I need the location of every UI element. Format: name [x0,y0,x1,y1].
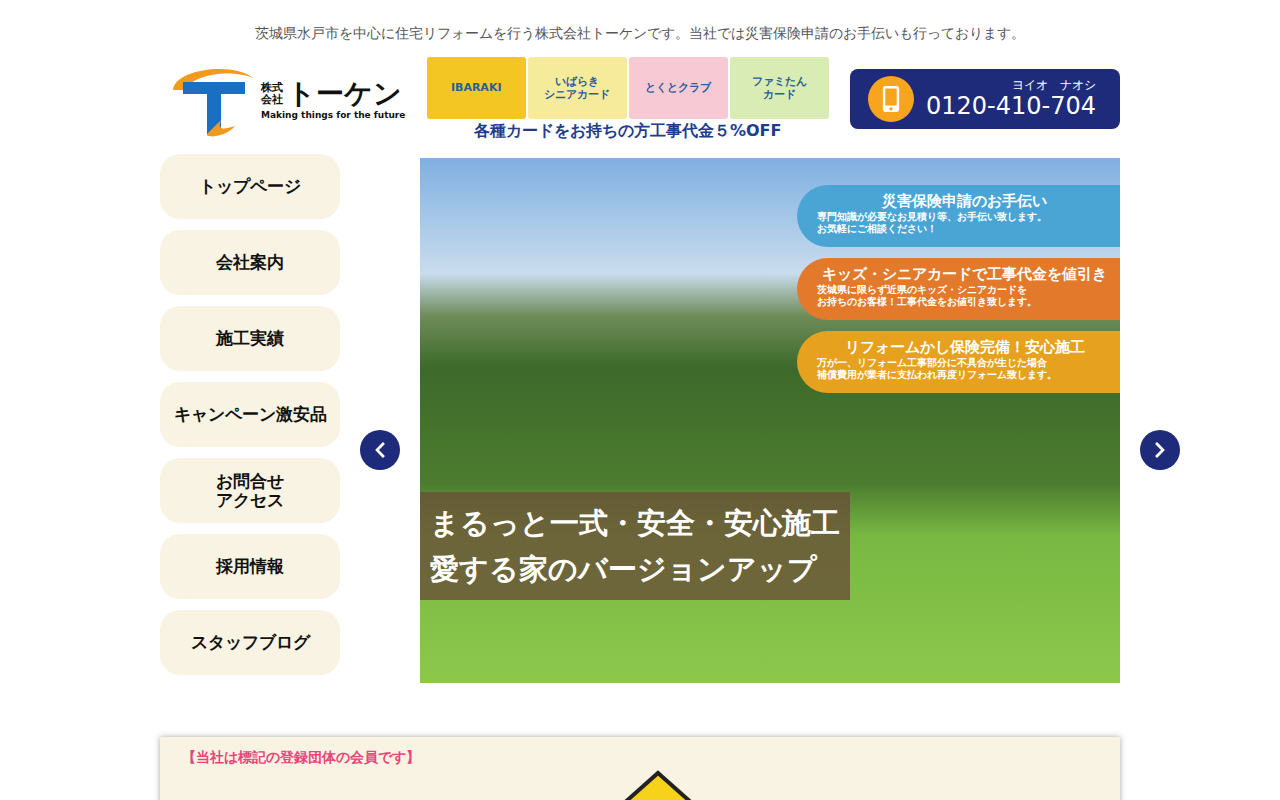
warning-sign-icon [593,769,723,800]
main: トップページ会社案内施工実績キャンペーン激安品お問合せ アクセス採用情報スタッフ… [160,154,1120,683]
nav-item[interactable]: 施工実績 [160,306,340,371]
chevron-right-icon [1151,441,1169,459]
logo-name: トーケン [287,78,402,110]
nav-item[interactable]: トップページ [160,154,340,219]
page: 茨城県水戸市を中心に住宅リフォームを行う株式会社トーケンです。当社では災害保険申… [160,0,1120,800]
slide-caption: まるっと一式・安全・安心施工 愛する家のバージョンアップ [420,492,850,600]
nav-item[interactable]: お問合せ アクセス [160,458,340,523]
logo-type: 株式 会社 [261,82,283,106]
next-button[interactable] [1140,430,1180,470]
chevron-left-icon [371,441,389,459]
callout: 災害保険申請のお手伝い専門知識が必要なお見積り等、お手伝い致します。 お気軽にご… [797,185,1120,247]
nav-item[interactable]: キャンペーン激安品 [160,382,340,447]
logo-tagline: Making things for the future [261,110,405,120]
slide-photo: 災害保険申請のお手伝い専門知識が必要なお見積り等、お手伝い致します。 お気軽にご… [420,158,1120,683]
discount-card: いばらき シニアカード [528,57,627,119]
cards-caption: 各種カードをお持ちの方工事代金５%OFF [474,121,782,142]
discount-card: IBARAKI [427,57,526,119]
callout: リフォームかし保険完備！安心施工万が一、リフォーム工事部分に不具合が生じた場合 … [797,331,1120,393]
nav-item[interactable]: スタッフブログ [160,610,340,675]
side-nav: トップページ会社案内施工実績キャンペーン激安品お問合せ アクセス採用情報スタッフ… [160,154,340,683]
callout: キッズ・シニアカードで工事代金を値引き茨城県に限らず近県のキッズ・シニアカードを… [797,258,1120,320]
logo-icon [165,60,257,138]
phone-box[interactable]: ヨイオ ナオシ0120-410-704 [850,69,1120,129]
nav-item[interactable]: 採用情報 [160,534,340,599]
nav-item[interactable]: 会社案内 [160,230,340,295]
logo[interactable]: 株式 会社トーケンMaking things for the future [165,60,405,138]
members-title: 【当社は標記の登録団体の会員です】 [182,749,1098,767]
prev-button[interactable] [360,430,400,470]
discount-card: とくとクラブ [629,57,728,119]
phone-number: 0120-410-704 [926,92,1096,120]
cards-banner: IBARAKIいばらき シニアカードとくとクラブファミたん カード各種カードをお… [427,57,829,142]
header: 株式 会社トーケンMaking things for the future IBA… [160,56,1120,142]
header-note: 茨城県水戸市を中心に住宅リフォームを行う株式会社トーケンです。当社では災害保険申… [160,22,1120,44]
phone-reading: ヨイオ ナオシ [926,78,1096,92]
members-section: 【当社は標記の登録団体の会員です】 [160,737,1120,800]
phone-icon [868,76,914,122]
slider: 災害保険申請のお手伝い専門知識が必要なお見積り等、お手伝い致します。 お気軽にご… [420,158,1120,683]
discount-card: ファミたん カード [730,57,829,119]
